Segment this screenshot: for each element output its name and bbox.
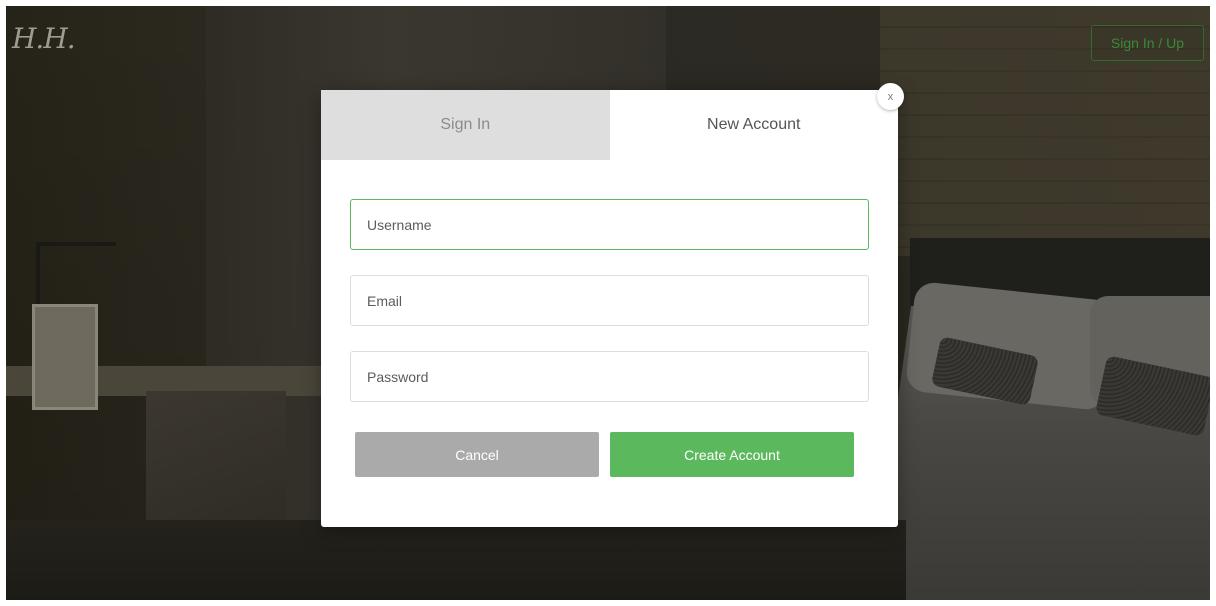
auth-tabs: Sign In New Account — [321, 90, 898, 160]
username-input[interactable] — [350, 199, 869, 250]
tab-sign-in[interactable]: Sign In — [321, 90, 610, 160]
sign-in-up-button[interactable]: Sign In / Up — [1091, 25, 1204, 61]
tab-new-account[interactable]: New Account — [609, 90, 898, 160]
cancel-button[interactable]: Cancel — [355, 432, 599, 477]
create-account-button[interactable]: Create Account — [610, 432, 854, 477]
password-input[interactable] — [350, 351, 869, 402]
email-input[interactable] — [350, 275, 869, 326]
auth-modal: Sign In New Account Cancel Create Accoun… — [321, 90, 898, 527]
close-icon[interactable]: x — [877, 83, 904, 110]
site-logo[interactable]: H.H. — [12, 22, 76, 55]
